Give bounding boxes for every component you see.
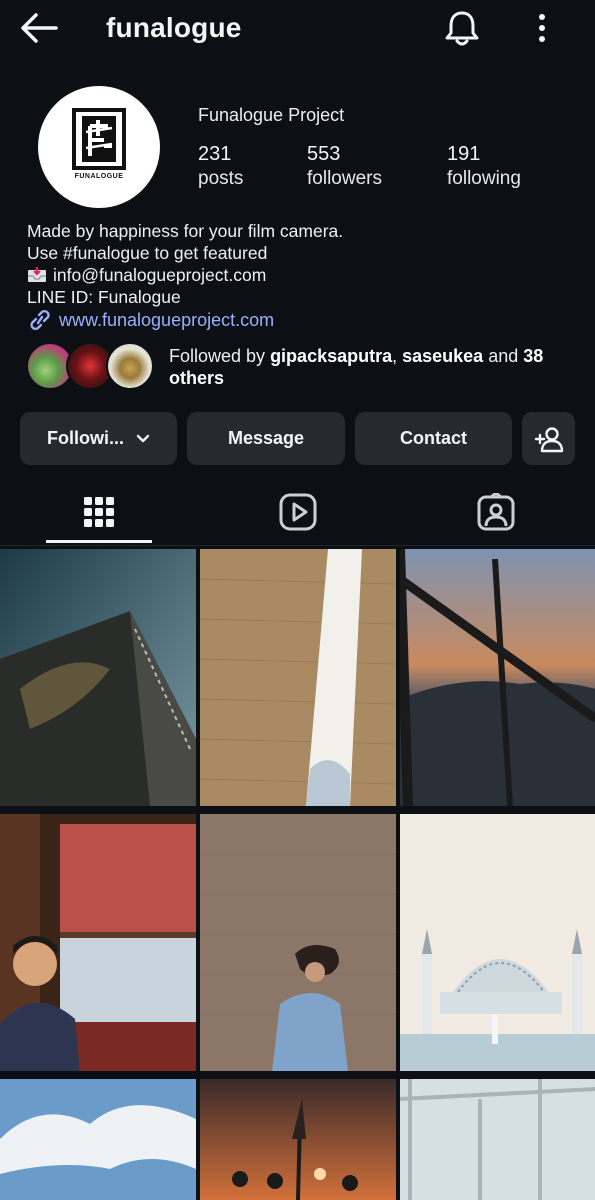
tab-reels[interactable] — [245, 478, 351, 546]
post-thumbnail[interactable] — [400, 549, 595, 806]
following-button[interactable]: Followi... — [20, 412, 177, 465]
post-thumbnail[interactable] — [200, 814, 396, 1071]
display-name: Funalogue Project — [198, 105, 345, 125]
profile-avatar[interactable]: FUNALOGUE — [38, 86, 160, 208]
reels-icon — [279, 493, 317, 531]
add-user-icon — [534, 426, 563, 452]
link-icon — [30, 309, 50, 331]
bio-line-id: LINE ID: Funalogue — [27, 287, 181, 307]
posts-label: posts — [198, 168, 244, 189]
active-tab-indicator — [46, 540, 152, 543]
bio-hashtag-line: Use #funalogue to get featured — [27, 242, 343, 264]
post-thumbnail[interactable] — [0, 1079, 196, 1200]
profile-link-text: www.funalogueproject.com — [59, 310, 275, 330]
post-thumbnail[interactable] — [0, 814, 196, 1071]
profile-bio: Made by happiness for your film camera. … — [27, 220, 343, 308]
following-button-label: Followi... — [47, 428, 124, 448]
tab-posts-grid[interactable] — [46, 478, 152, 546]
followers-count: 553 — [307, 143, 341, 165]
bio-email: info@funalogueproject.com — [53, 265, 267, 285]
followers-stat[interactable]: 553 followers — [307, 142, 382, 192]
arrow-left-icon — [21, 13, 58, 43]
post-thumbnail[interactable] — [200, 1079, 396, 1200]
contact-button-label: Contact — [400, 428, 467, 448]
followers-label: followers — [307, 168, 382, 189]
message-button[interactable]: Message — [187, 412, 345, 465]
mutual-user-1: gipacksaputra — [270, 346, 393, 366]
followed-by-text[interactable]: Followed by gipacksaputra, saseukea and … — [169, 345, 569, 389]
post-thumbnail[interactable] — [400, 814, 595, 1071]
following-stat[interactable]: 191 following — [447, 142, 521, 192]
post-thumbnail[interactable] — [200, 549, 396, 806]
posts-stat[interactable]: 231 posts — [198, 142, 243, 192]
post-thumbnail[interactable] — [0, 549, 196, 806]
suggested-users-button[interactable] — [522, 412, 575, 465]
post-thumbnail[interactable] — [400, 1079, 595, 1200]
top-bar: funalogue — [0, 0, 595, 58]
contact-button[interactable]: Contact — [355, 412, 512, 465]
inbox-tray-icon — [28, 267, 46, 282]
profile-tabs — [0, 478, 595, 546]
followed-by-prefix: Followed by — [169, 346, 271, 366]
following-count: 191 — [447, 143, 481, 165]
followed-by-separator: , — [392, 346, 403, 366]
profile-link[interactable]: www.funalogueproject.com — [27, 309, 274, 331]
following-label: following — [447, 168, 521, 189]
bio-hashtag-text: Use #funalogue to get featured — [27, 243, 268, 263]
followed-by-and: and — [483, 346, 524, 366]
posts-count: 231 — [198, 143, 232, 165]
more-options-button[interactable] — [530, 10, 554, 46]
chevron-down-icon — [136, 434, 150, 442]
bio-line: Made by happiness for your film camera. — [27, 221, 344, 241]
back-button[interactable] — [18, 10, 60, 46]
bio-email-line: info@funalogueproject.com — [27, 264, 343, 286]
profile-username: funalogue — [106, 12, 242, 43]
mutual-user-2: saseukea — [402, 346, 484, 366]
mutual-followers-avatars[interactable] — [26, 340, 156, 392]
avatar-caption: FUNALOGUE — [74, 173, 124, 180]
tab-tagged[interactable] — [443, 478, 549, 546]
message-button-label: Message — [227, 428, 305, 448]
notifications-button[interactable] — [442, 8, 482, 48]
bell-icon — [445, 11, 479, 46]
avatar — [106, 342, 154, 390]
funalogue-logo — [72, 108, 126, 170]
grid-icon — [84, 497, 114, 527]
more-vertical-icon — [539, 14, 545, 42]
tagged-icon — [477, 493, 515, 531]
